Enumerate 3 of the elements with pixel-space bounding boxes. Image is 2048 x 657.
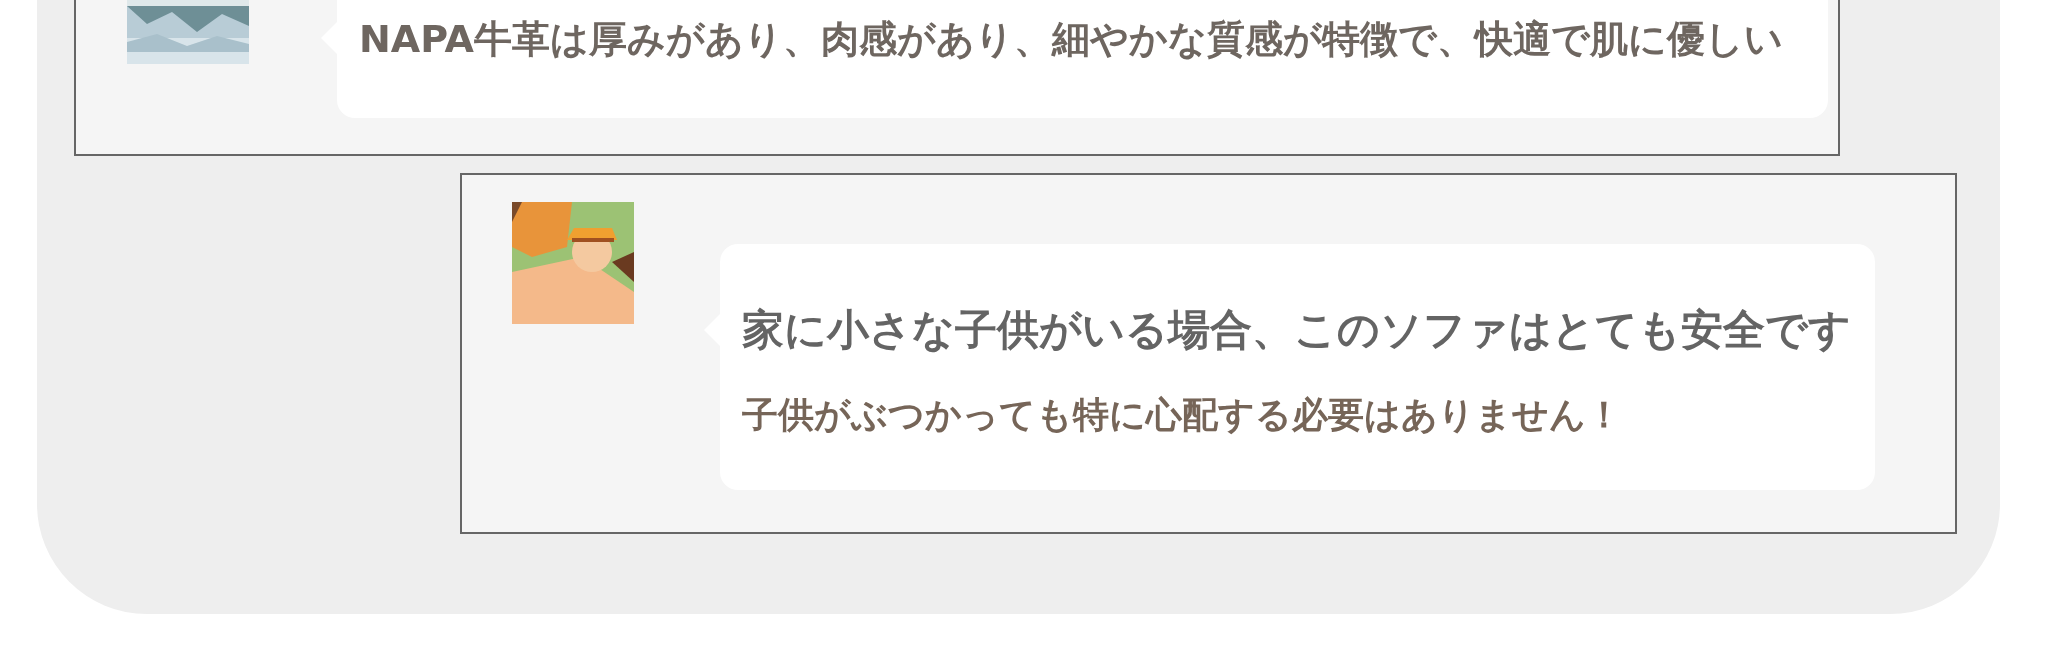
message-text: NAPA牛革は厚みがあり、肉感があり、細やかな質感が特徴で、快適で肌に優しい	[359, 18, 1784, 62]
message-text: 家に小さな子供がいる場合、このソファはとても安全です	[742, 305, 1852, 354]
message-text: 子供がぶつかっても特に心配する必要はありません！	[742, 394, 1623, 436]
